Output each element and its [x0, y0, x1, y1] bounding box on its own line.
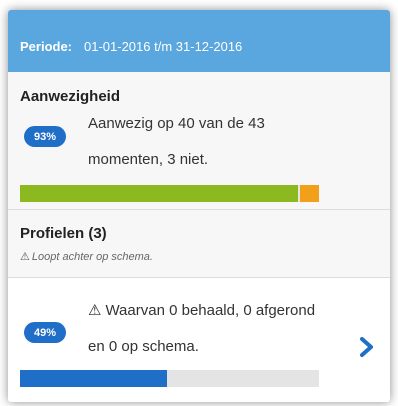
attendance-summary-line1: Aanwezig op 40 van de 43 [88, 115, 265, 132]
progress-summary-line1-text: Waarvan 0 behaald, 0 afgerond [105, 302, 316, 319]
progress-bar-fill [20, 370, 167, 387]
profiles-section: Profielen (3) ⚠ Loopt achter op schema. [8, 210, 390, 278]
progress-percentage-badge: 49% [24, 322, 66, 343]
profiles-note-text: Loopt achter op schema. [31, 251, 153, 263]
attendance-bar-absent [300, 185, 319, 202]
attendance-bar [20, 185, 319, 202]
period-value: 01-01-2016 t/m 31-12-2016 [84, 39, 243, 54]
progress-summary-line2: en 0 op schema. [88, 338, 199, 355]
progress-summary-line1: ⚠ Waarvan 0 behaald, 0 afgerond [88, 301, 315, 319]
profiles-title: Profielen (3) [20, 225, 107, 242]
attendance-section: Aanwezigheid 93% Aanwezig op 40 van de 4… [8, 72, 390, 210]
profiles-note: ⚠ Loopt achter op schema. [20, 250, 153, 263]
period-label: Periode: [20, 39, 73, 54]
period-header: Periode: 01-01-2016 t/m 31-12-2016 [8, 10, 390, 72]
attendance-percentage-badge: 93% [24, 126, 66, 147]
progress-bar [20, 370, 319, 387]
attendance-title: Aanwezigheid [20, 88, 121, 105]
attendance-bar-present [20, 185, 298, 202]
warning-icon: ⚠ [20, 251, 30, 263]
attendance-summary-line2: momenten, 3 niet. [88, 151, 209, 168]
chevron-right-icon[interactable] [358, 336, 376, 358]
warning-icon: ⚠ [88, 302, 102, 319]
profile-progress-item[interactable]: 49% ⚠ Waarvan 0 behaald, 0 afgerond en 0 … [8, 278, 390, 402]
attendance-card: Periode: 01-01-2016 t/m 31-12-2016 Aanwe… [8, 10, 390, 402]
